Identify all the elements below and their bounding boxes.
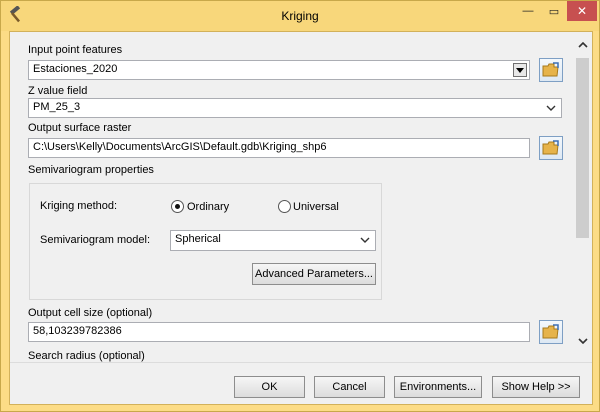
radio-universal[interactable] [278,200,291,213]
radio-ordinary[interactable] [171,200,184,213]
input-features-value: Estaciones_2020 [33,63,118,75]
cell-size-input[interactable]: 58,103239782386 [28,322,530,342]
scroll-down-icon[interactable] [573,332,592,350]
title-bar[interactable]: Kriging — ▭ ✕ [1,1,599,31]
radio-universal-label[interactable]: Universal [293,201,339,213]
input-features-label: Input point features [28,44,123,56]
minimize-button[interactable]: — [515,1,541,21]
window-title: Kriging [281,9,319,23]
scroll-up-icon[interactable] [573,36,592,54]
semivariogram-model-label: Semivariogram model: [40,234,151,246]
browse-input-features-button[interactable] [539,58,563,82]
search-radius-label: Search radius (optional) [28,350,145,362]
chevron-down-icon [358,234,372,246]
show-help-button[interactable]: Show Help >> [492,376,580,398]
browse-output-raster-button[interactable] [539,136,563,160]
open-folder-icon [542,140,559,155]
browse-cell-size-button[interactable] [539,320,563,344]
output-raster-label: Output surface raster [28,122,132,134]
advanced-parameters-button[interactable]: Advanced Parameters... [252,263,376,285]
z-field-label: Z value field [28,85,88,97]
cell-size-value: 58,103239782386 [33,325,122,337]
semivariogram-model-value: Spherical [175,233,221,245]
semivariogram-model-dropdown[interactable]: Spherical [170,230,376,251]
input-features-dropdown[interactable]: Estaciones_2020 [28,60,530,80]
scrollbar-thumb[interactable] [576,58,589,238]
dialog-client-area: Input point features Estaciones_2020 Z v… [9,31,593,405]
chevron-down-icon [544,102,558,114]
close-button[interactable]: ✕ [567,1,597,21]
vertical-scrollbar[interactable] [573,32,592,362]
radio-selected-dot [175,204,180,209]
kriging-dialog-window: Kriging — ▭ ✕ Input point features Estac… [0,0,600,412]
semivariogram-groupbox: Kriging method: Ordinary Universal Semiv… [29,183,382,300]
ok-button[interactable]: OK [234,376,305,398]
dropdown-arrow-icon[interactable] [513,63,527,77]
z-field-dropdown[interactable]: PM_25_3 [28,98,562,118]
output-raster-value: C:\Users\Kelly\Documents\ArcGIS\Default.… [33,141,327,153]
z-field-value: PM_25_3 [33,101,81,113]
open-folder-icon [542,62,559,77]
radio-ordinary-label[interactable]: Ordinary [187,201,229,213]
output-raster-input[interactable]: C:\Users\Kelly\Documents\ArcGIS\Default.… [28,138,530,158]
parameters-panel: Input point features Estaciones_2020 Z v… [10,32,592,362]
environments-button[interactable]: Environments... [394,376,482,398]
cell-size-label: Output cell size (optional) [28,307,153,319]
maximize-button[interactable]: ▭ [541,1,567,21]
cancel-button[interactable]: Cancel [314,376,385,398]
open-folder-icon [542,324,559,339]
semivariogram-section-label: Semivariogram properties [28,164,154,176]
kriging-method-label: Kriging method: [40,200,118,212]
dialog-footer: OK Cancel Environments... Show Help >> [10,362,592,404]
